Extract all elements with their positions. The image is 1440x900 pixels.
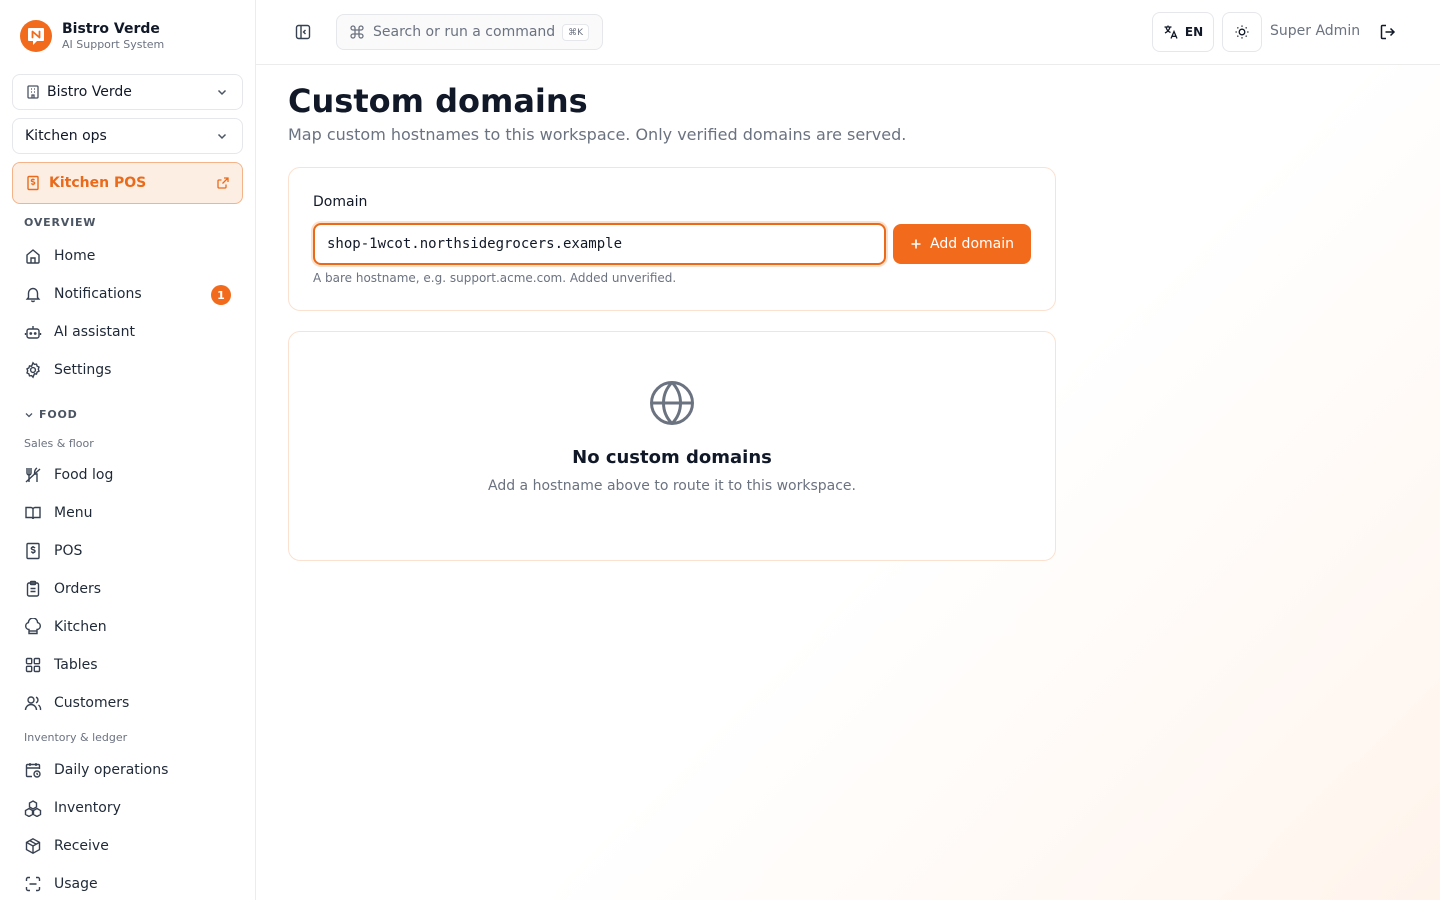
page-subtitle: Map custom hostnames to this workspace. … [288,125,907,144]
workspace-select-value: Bistro Verde [47,84,132,100]
domain-input[interactable] [313,223,886,265]
team-select[interactable]: Kitchen ops [12,118,243,154]
brand-logo-icon [20,20,52,52]
translate-icon [1163,24,1179,40]
notification-count-badge: 1 [211,285,231,305]
sidebar-item-ai-assistant[interactable]: AI assistant [12,315,243,349]
gear-icon [24,361,42,379]
boxes-icon [24,799,42,817]
building-icon [25,84,41,100]
bell-icon [24,285,42,303]
sidebar-item-orders[interactable]: Orders [12,572,243,606]
domain-field-label: Domain [313,194,368,210]
logout-icon[interactable] [1378,22,1398,46]
brand[interactable]: Bistro Verde AI Support System [20,20,164,52]
inventory-group-label: Inventory & ledger [24,731,128,744]
sidebar-item-label: Usage [54,876,98,892]
domains-empty-state: No custom domains Add a hostname above t… [288,331,1056,561]
page-title: Custom domains [288,82,588,120]
receipt-icon [25,175,41,191]
main-content: Custom domains Map custom hostnames to t… [256,65,1440,900]
command-search[interactable]: Search or run a command ⌘K [336,14,603,50]
add-domain-card: Domain Add domain A bare hostname, e.g. … [288,167,1056,311]
sidebar-item-home[interactable]: Home [12,239,243,273]
sidebar-item-label: Notifications [54,286,142,302]
sales-group-label: Sales & floor [24,437,94,450]
language-label: EN [1184,25,1204,39]
kitchen-pos-link[interactable]: Kitchen POS [12,162,243,204]
search-placeholder: Search or run a command [373,24,556,40]
sidebar-item-notifications[interactable]: Notifications 1 [12,277,243,311]
external-link-icon [216,176,230,194]
workspace-select[interactable]: Bistro Verde [12,74,243,110]
home-icon [24,247,42,265]
sidebar-item-pos[interactable]: POS [12,534,243,568]
sidebar-item-inventory[interactable]: Inventory [12,791,243,825]
domain-hint: A bare hostname, e.g. support.acme.com. … [313,271,677,285]
sidebar-item-label: Customers [54,695,130,711]
package-icon [24,837,42,855]
chevron-down-icon [216,86,228,102]
brand-name: Bistro Verde [62,21,160,37]
sidebar-item-label: AI assistant [54,324,135,340]
add-domain-button[interactable]: Add domain [893,224,1031,264]
sidebar-item-menu[interactable]: Menu [12,496,243,530]
bot-icon [24,323,42,341]
users-icon [24,694,42,712]
theme-toggle-button[interactable] [1222,12,1262,52]
empty-state-title: No custom domains [572,447,772,468]
food-section-label: FOOD [39,408,78,421]
sidebar-item-label: Orders [54,581,102,597]
empty-state-subtitle: Add a hostname above to route it to this… [487,478,856,494]
add-domain-label: Add domain [930,236,1014,252]
scan-icon [24,875,42,893]
sidebar-item-label: Food log [54,467,114,483]
utensils-icon [24,466,42,484]
chef-hat-icon [24,618,42,636]
sidebar-toggle-icon[interactable] [294,23,312,45]
book-icon [24,504,42,522]
sidebar-item-settings[interactable]: Settings [12,353,243,387]
food-section-toggle[interactable]: FOOD [24,408,78,421]
clipboard-icon [24,580,42,598]
calendar-clock-icon [24,761,42,779]
sun-icon [1234,24,1250,40]
chevron-down-icon [216,130,228,146]
plus-icon [910,235,922,254]
language-button[interactable]: EN [1152,12,1214,52]
chevron-down-icon [24,410,34,420]
sidebar-item-label: Inventory [54,800,121,816]
sidebar-item-daily-operations[interactable]: Daily operations [12,753,243,787]
sidebar-item-food-log[interactable]: Food log [12,458,243,492]
receipt-icon [24,542,42,560]
sidebar-item-label: Tables [54,657,98,673]
sidebar-item-label: Kitchen [54,619,107,635]
sidebar-item-usage[interactable]: Usage [12,867,243,900]
brand-subtitle: AI Support System [62,38,165,51]
sidebar-item-label: Menu [54,505,93,521]
sidebar-item-label: Receive [54,838,109,854]
kitchen-pos-label: Kitchen POS [49,175,147,191]
sidebar-item-label: POS [54,543,83,559]
sidebar-item-label: Daily operations [54,762,169,778]
sidebar-item-label: Settings [54,362,112,378]
sidebar-item-tables[interactable]: Tables [12,648,243,682]
top-bar: Search or run a command ⌘K EN Super Admi… [256,0,1440,65]
team-select-value: Kitchen ops [25,128,107,144]
sidebar-item-customers[interactable]: Customers [12,686,243,720]
grid-icon [24,656,42,674]
overview-section-label: OVERVIEW [24,216,97,229]
sidebar-item-label: Home [54,248,96,264]
sidebar-item-kitchen[interactable]: Kitchen [12,610,243,644]
search-shortcut: ⌘K [562,24,589,41]
sidebar-item-receive[interactable]: Receive [12,829,243,863]
user-name[interactable]: Super Admin [1270,23,1360,39]
command-icon [349,24,365,40]
sidebar: Bistro Verde AI Support System Bistro Ve… [0,0,256,900]
globe-icon [649,380,695,430]
